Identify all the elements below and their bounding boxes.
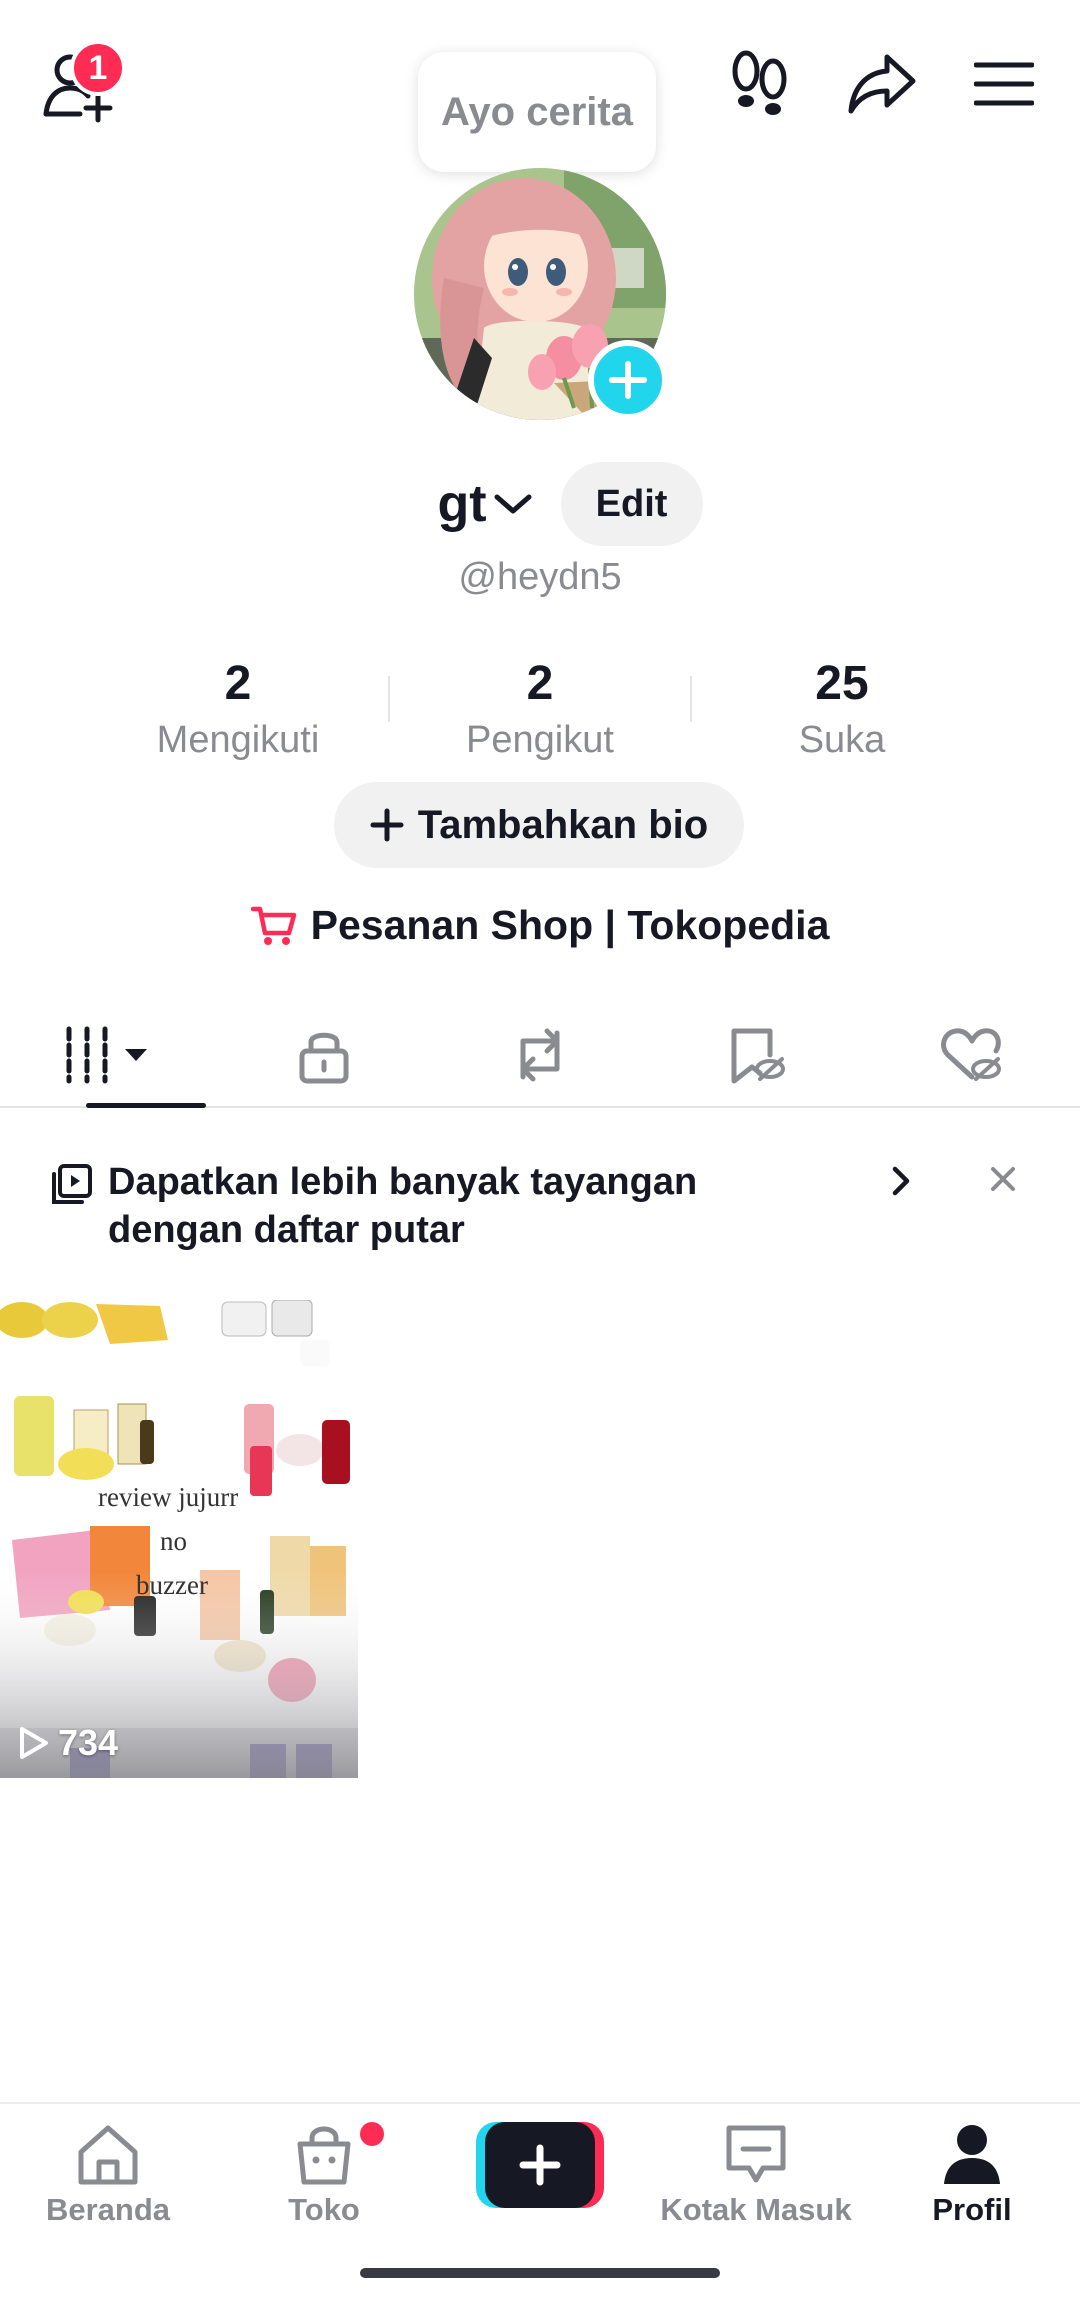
notification-badge: 1 <box>70 40 126 96</box>
plus-icon <box>370 808 404 842</box>
play-outline-icon <box>20 1727 48 1759</box>
videos-grid-icon <box>66 1026 147 1084</box>
shop-orders-label: Pesanan Shop | Tokopedia <box>310 902 830 948</box>
playlist-icon <box>50 1162 94 1211</box>
profile-views-button[interactable] <box>724 44 796 124</box>
stat-followers[interactable]: 2 Pengikut <box>390 654 690 764</box>
profile-tabs <box>0 1004 1080 1108</box>
home-indicator <box>360 2268 720 2278</box>
shopping-cart-icon <box>250 906 296 945</box>
user-handle: @heydn5 <box>458 556 622 598</box>
stat-following[interactable]: 2 Mengikuti <box>88 654 388 764</box>
tab-videos[interactable] <box>0 1004 216 1108</box>
add-story-button[interactable] <box>588 340 668 420</box>
add-bio-button[interactable]: Tambahkan bio <box>334 782 744 868</box>
stat-value: 2 <box>526 657 554 710</box>
stat-label: Suka <box>798 719 886 761</box>
share-profile-button[interactable] <box>846 44 918 124</box>
stat-label: Mengikuti <box>156 719 320 761</box>
lock-icon <box>299 1032 349 1084</box>
story-prompt-bubble[interactable]: Ayo cerita <box>418 52 656 172</box>
playlist-banner-text: Dapatkan lebih banyak tayangan dengan da… <box>108 1161 698 1251</box>
stat-value: 2 <box>224 657 252 710</box>
chevron-down-icon <box>494 494 532 514</box>
nav-home-label: Beranda <box>45 2192 171 2227</box>
inbox-message-icon <box>726 2125 786 2183</box>
edit-profile-button[interactable]: Edit <box>560 462 703 546</box>
nav-inbox[interactable]: Kotak Masuk <box>656 2122 856 2228</box>
tab-favorites[interactable] <box>648 1004 864 1106</box>
video-caption-line-1: review jujurr <box>98 1482 238 1512</box>
nav-shop[interactable]: Toko <box>224 2122 424 2228</box>
repost-icon <box>520 1028 560 1082</box>
profile-stats: 2 Mengikuti 2 Pengikut 25 Suka <box>0 654 1080 764</box>
nav-inbox-label: Kotak Masuk <box>660 2192 852 2227</box>
story-prompt-text: Ayo cerita <box>441 89 633 134</box>
nav-profile[interactable]: Profil <box>872 2122 1072 2228</box>
view-count-text: 734 <box>58 1722 119 1763</box>
close-icon[interactable] <box>988 1164 1018 1199</box>
home-icon <box>78 2125 138 2185</box>
tab-private[interactable] <box>216 1004 432 1106</box>
stat-label: Pengikut <box>466 719 614 761</box>
favorites-hidden-icon <box>731 1028 785 1084</box>
stat-value: 25 <box>815 657 869 710</box>
footprints-icon <box>732 50 787 115</box>
shopping-bag-icon <box>297 2126 351 2185</box>
profile-name-row: gt Edit <box>0 462 1080 546</box>
playlist-banner[interactable]: Dapatkan lebih banyak tayangan dengan da… <box>0 1158 1080 1258</box>
video-caption-line-3: buzzer <box>136 1570 208 1600</box>
video-thumbnail[interactable]: review jujurr no buzzer 734 <box>0 1300 358 1778</box>
liked-hidden-icon <box>941 1028 1001 1081</box>
nav-profile-label: Profil <box>932 2192 1012 2227</box>
tab-liked[interactable] <box>864 1004 1080 1106</box>
nav-shop-label: Toko <box>288 2192 360 2227</box>
video-caption-line-2: no <box>160 1526 187 1556</box>
account-switcher[interactable]: gt <box>437 474 532 534</box>
profile-person-icon <box>944 2125 1000 2184</box>
video-view-count: 734 <box>16 1722 118 1764</box>
plus-icon <box>609 361 647 399</box>
hamburger-menu-icon <box>974 62 1034 106</box>
create-plus-icon <box>476 2122 604 2208</box>
header-actions <box>724 44 1040 124</box>
stat-likes[interactable]: 25 Suka <box>692 654 992 764</box>
add-bio-label: Tambahkan bio <box>417 802 709 847</box>
chevron-right-icon[interactable] <box>886 1164 916 1203</box>
shop-notification-dot <box>360 2122 384 2146</box>
nav-home[interactable]: Beranda <box>8 2122 208 2228</box>
video-thumbnail-image: review jujurr no buzzer <box>0 1300 358 1778</box>
menu-button[interactable] <box>968 44 1040 124</box>
share-arrow-icon <box>848 54 916 114</box>
tab-reposts[interactable] <box>432 1004 648 1106</box>
create-button[interactable] <box>476 2122 604 2208</box>
shop-orders-link[interactable]: Pesanan Shop | Tokopedia <box>0 902 1080 949</box>
username: gt <box>437 475 487 533</box>
